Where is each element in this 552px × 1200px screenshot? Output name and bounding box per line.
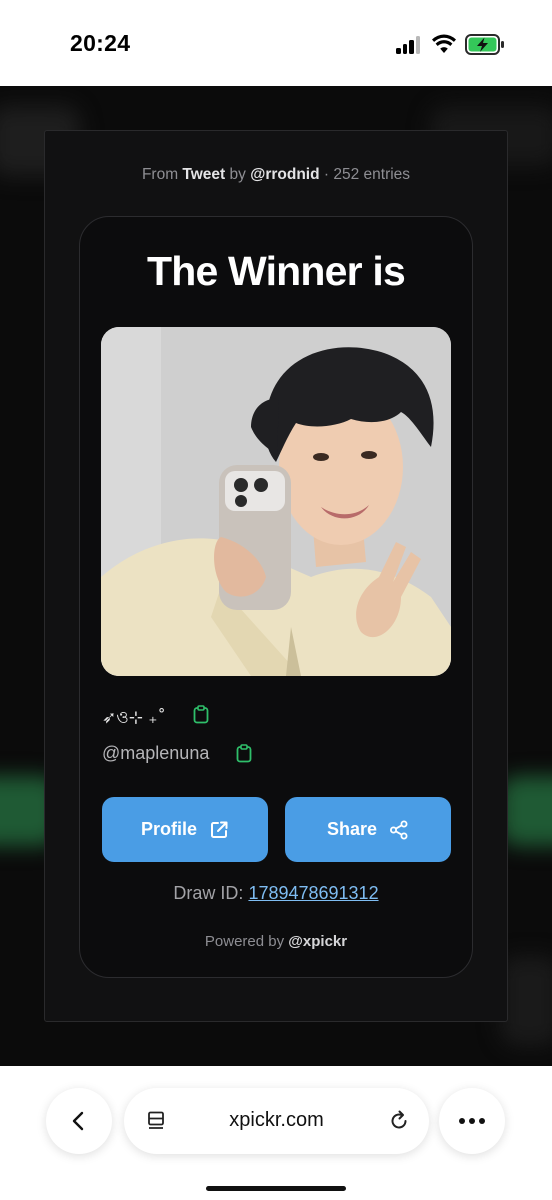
profile-button-label: Profile	[140, 819, 197, 839]
winner-name: ➶ও⊹ ₊˚	[102, 708, 166, 728]
address-bar[interactable]: xpickr.com	[124, 1088, 429, 1154]
source-line: From Tweet by @rrodnid · 252 entries	[141, 166, 411, 183]
share-icon	[390, 820, 408, 839]
winner-handle: @maplenuna	[102, 743, 210, 763]
share-button-label: Share	[326, 819, 378, 839]
entries-count: 252 entries	[333, 166, 411, 183]
profile-button[interactable]: Profile	[102, 797, 268, 862]
status-bar: 20:24	[0, 0, 552, 86]
reload-icon[interactable]	[387, 1109, 411, 1133]
home-indicator	[206, 1186, 346, 1191]
draw-id-link[interactable]: 1789478691312	[248, 883, 378, 903]
external-link-icon	[211, 821, 228, 838]
source-author[interactable]: @rrodnid	[250, 166, 319, 183]
winner-title: The Winner is	[146, 248, 406, 294]
wifi-icon	[432, 34, 456, 53]
back-icon	[72, 1111, 84, 1131]
powered-by: Powered by @xpickr	[204, 933, 348, 950]
draw-id: Draw ID: 1789478691312	[173, 883, 379, 903]
url-text: xpickr.com	[229, 1109, 324, 1131]
powered-brand-link[interactable]: @xpickr	[288, 933, 347, 950]
more-button[interactable]	[439, 1088, 505, 1154]
copy-icon[interactable]	[193, 705, 209, 724]
winner-photo	[101, 327, 451, 676]
signal-icon	[396, 36, 422, 54]
share-button[interactable]: Share	[285, 797, 451, 862]
status-time: 20:24	[70, 30, 131, 56]
battery-charging-icon	[465, 34, 504, 55]
source-platform: Tweet	[182, 166, 226, 183]
back-button[interactable]	[46, 1088, 112, 1154]
more-icon	[459, 1118, 485, 1124]
copy-icon[interactable]	[236, 744, 252, 763]
